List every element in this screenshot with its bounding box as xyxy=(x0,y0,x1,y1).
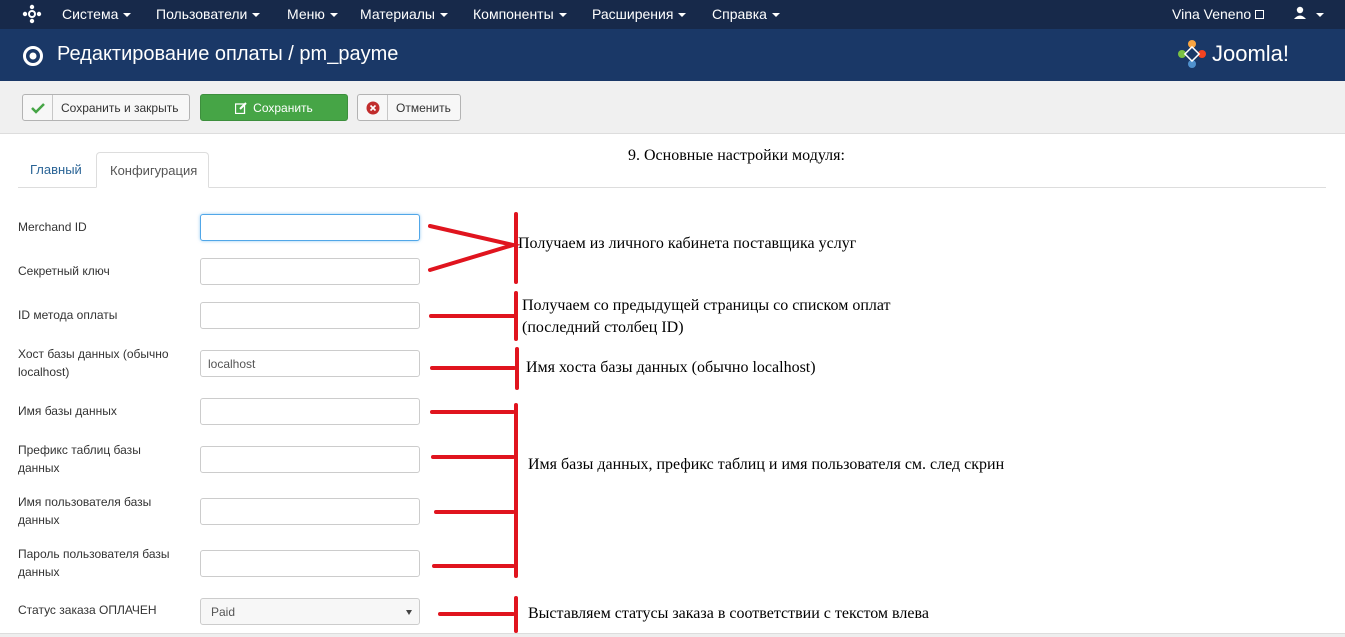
annotation-note-2b: (последний столбец ID) xyxy=(522,319,684,336)
annotation-note-3: Имя хоста базы данных (обычно localhost) xyxy=(526,359,816,376)
annotation-arrow-1 xyxy=(428,224,521,272)
annotation-note-5: Выставляем статусы заказа в соответствии… xyxy=(528,605,929,622)
annotation-note-4: Имя базы данных, префикс таблиц и имя по… xyxy=(528,456,1005,473)
bottom-divider xyxy=(0,633,1345,637)
annotation-note-2a: Получаем со предыдущей страницы со списк… xyxy=(522,297,891,314)
annotation-note-1: Получаем из личного кабинета поставщика … xyxy=(518,235,857,252)
